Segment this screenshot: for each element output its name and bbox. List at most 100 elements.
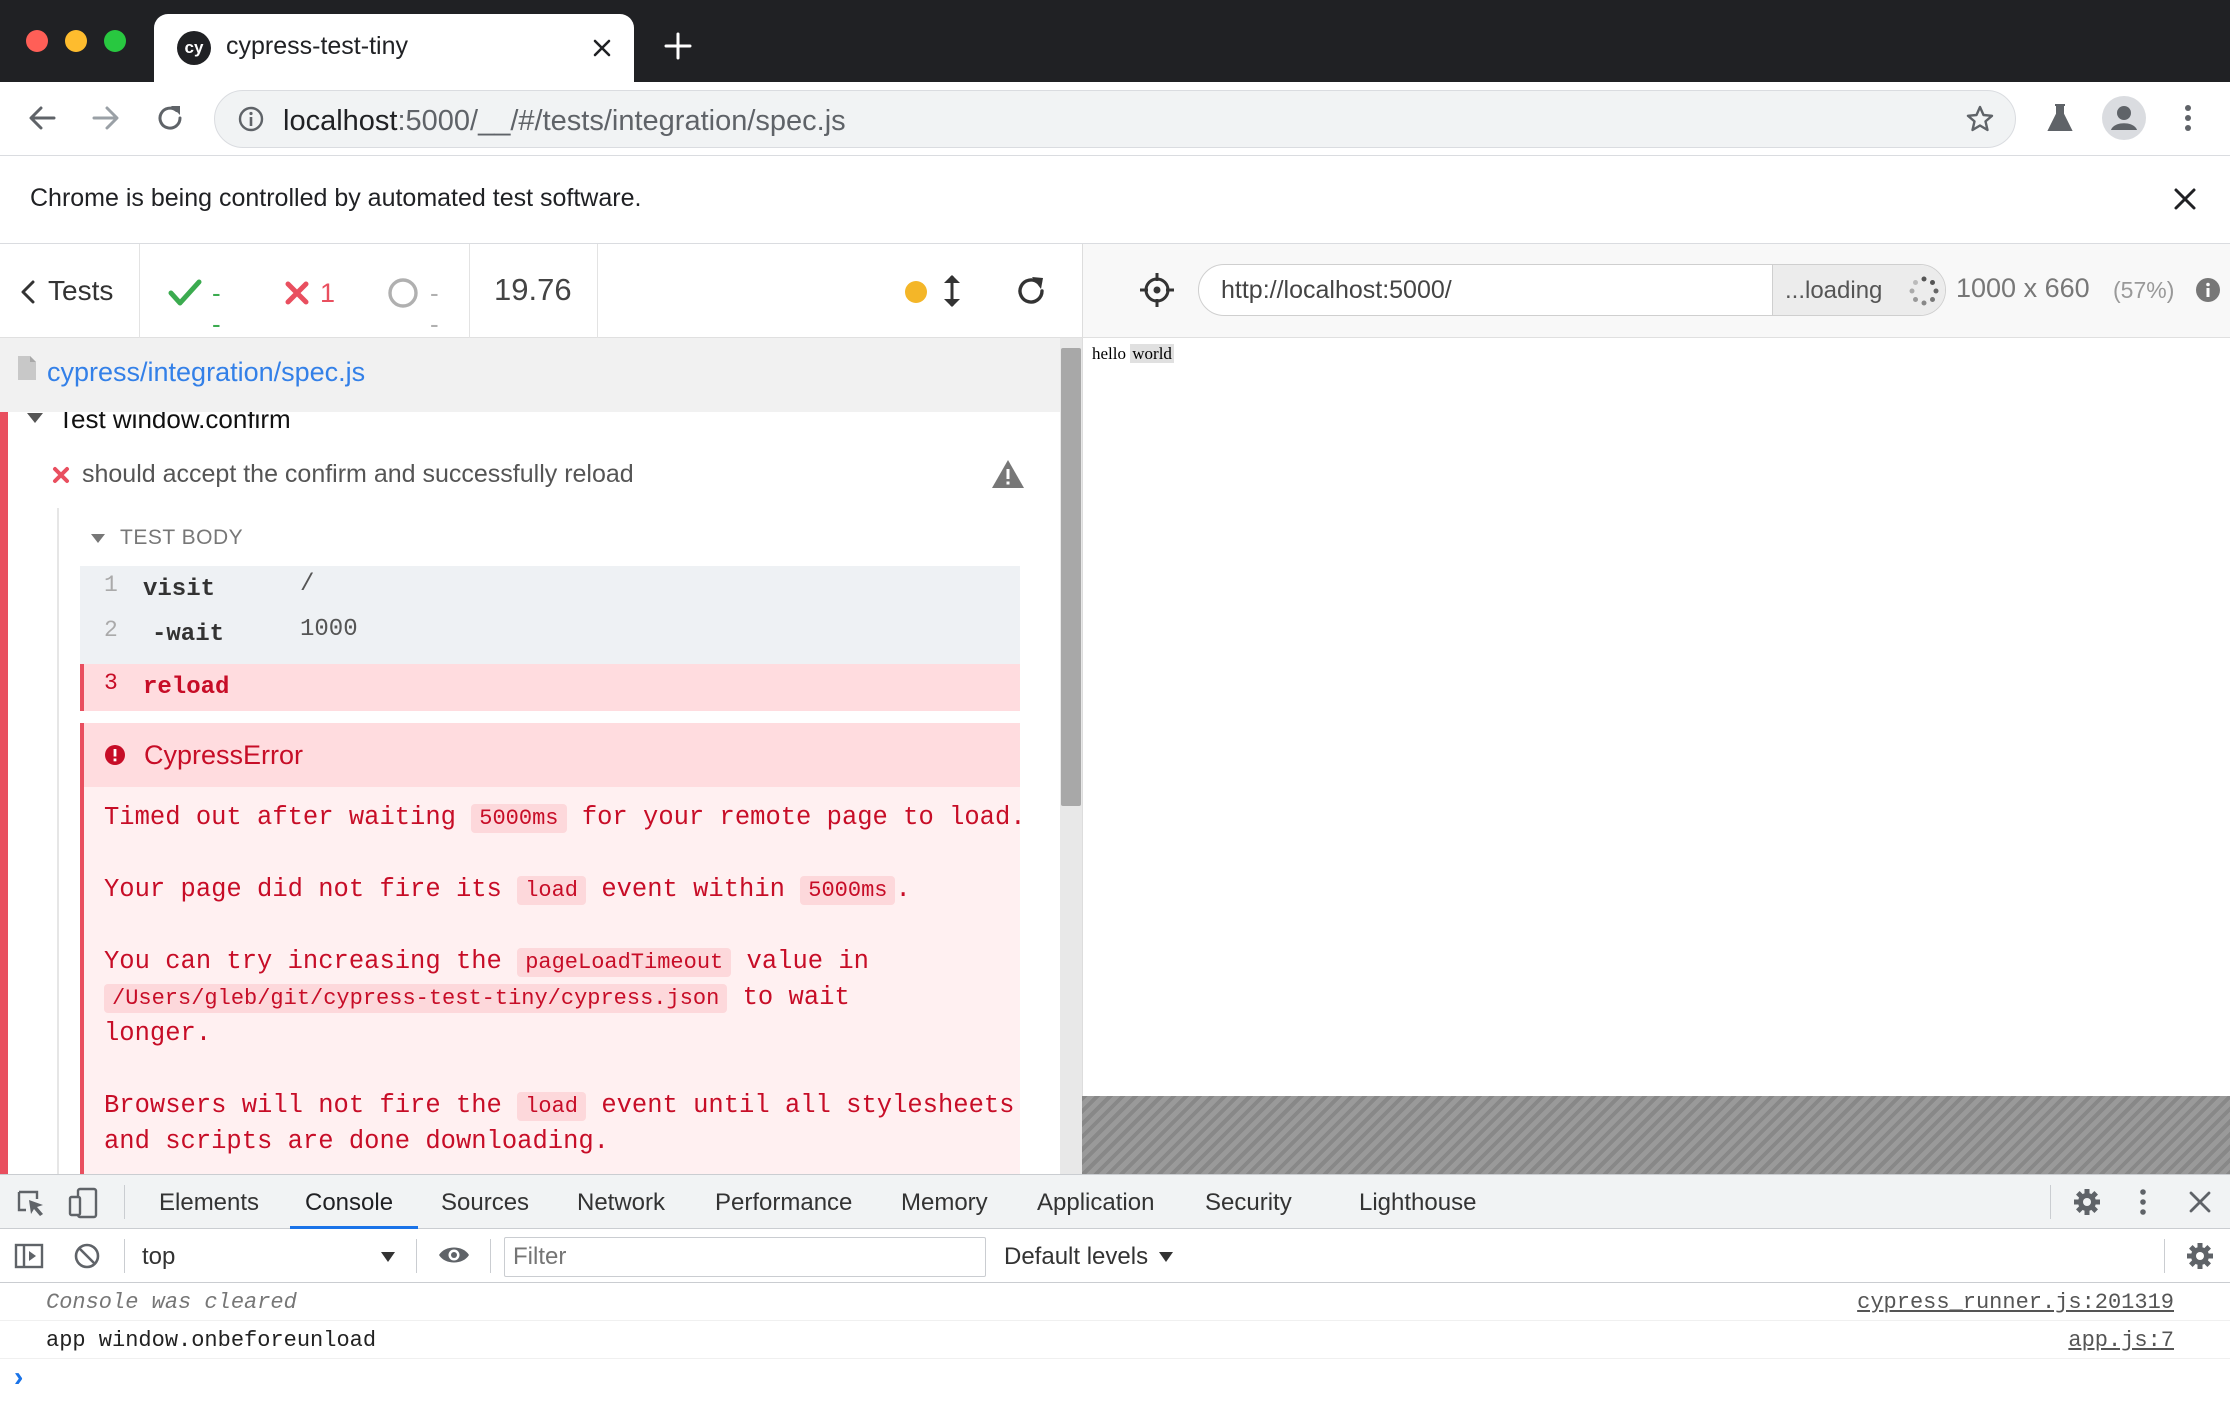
chevron-left-icon bbox=[21, 280, 35, 304]
console-toolbar: top Default levels bbox=[0, 1229, 2230, 1283]
window-minimize-button[interactable] bbox=[65, 30, 87, 52]
aut-header: http://localhost:5000/ ...loading 1000 x… bbox=[1082, 244, 2230, 338]
labs-flask-icon[interactable] bbox=[2045, 102, 2075, 134]
command-row-failed[interactable]: 3 reload bbox=[80, 664, 1020, 711]
command-message: 1000 bbox=[300, 616, 358, 643]
browser-tab[interactable]: cy cypress-test-tiny bbox=[154, 14, 634, 82]
test-row[interactable]: should accept the confirm and successful… bbox=[50, 456, 1030, 496]
selector-playground-crosshair-icon[interactable] bbox=[1139, 272, 1175, 308]
console-filter-input[interactable] bbox=[504, 1237, 986, 1277]
reporter-runnables: Test window.confirm should accept the co… bbox=[0, 412, 1060, 1174]
error-line: and scripts are done downloading. bbox=[104, 1124, 609, 1160]
site-info-icon[interactable] bbox=[237, 105, 265, 133]
error-text: Your page did not fire its bbox=[104, 875, 502, 904]
console-sidebar-toggle-icon[interactable] bbox=[14, 1243, 44, 1269]
command-name: visit bbox=[143, 576, 216, 603]
window-zoom-button[interactable] bbox=[104, 30, 126, 52]
tree-guide-line bbox=[57, 508, 59, 1174]
error-text: and scripts are done downloading. bbox=[104, 1127, 609, 1156]
command-row[interactable]: 2 -wait 1000 bbox=[80, 611, 1020, 656]
viewport-info-icon[interactable] bbox=[2195, 277, 2221, 303]
loading-label: ...loading bbox=[1785, 277, 1883, 304]
inspect-element-icon[interactable] bbox=[16, 1189, 46, 1217]
new-tab-icon[interactable] bbox=[664, 32, 692, 60]
test-title: should accept the confirm and successful… bbox=[82, 460, 634, 488]
command-number: 1 bbox=[104, 572, 118, 598]
devtools-tab-network[interactable]: Network bbox=[577, 1189, 665, 1217]
close-tab-icon[interactable] bbox=[590, 36, 614, 60]
device-toolbar-icon[interactable] bbox=[68, 1187, 98, 1219]
window-close-button[interactable] bbox=[26, 30, 48, 52]
aut-url-box: http://localhost:5000/ ...loading bbox=[1198, 264, 1946, 316]
bookmark-star-icon[interactable] bbox=[1965, 104, 1995, 134]
spec-file-header: cypress/integration/spec.js bbox=[0, 338, 1060, 412]
warning-icon[interactable] bbox=[990, 458, 1026, 490]
clear-console-icon[interactable] bbox=[73, 1242, 101, 1270]
error-line: longer. bbox=[104, 1016, 211, 1052]
pending-circle-icon bbox=[388, 278, 418, 308]
infobar-message: Chrome is being controlled by automated … bbox=[30, 184, 642, 212]
toolbar-divider bbox=[124, 1239, 125, 1273]
error-code: load bbox=[517, 876, 586, 905]
profile-avatar-icon[interactable] bbox=[2102, 96, 2146, 140]
devtools-tab-bar: Elements Console Sources Network Perform… bbox=[0, 1175, 2230, 1229]
console-source-link[interactable]: cypress_runner.js:201319 bbox=[1857, 1290, 2174, 1315]
devtools-close-icon[interactable] bbox=[2188, 1190, 2212, 1214]
aut-content-text: hello world bbox=[1092, 344, 1174, 364]
command-name: reload bbox=[143, 674, 230, 701]
viewport-scale: (57%) bbox=[2113, 277, 2175, 303]
console-message: Console was cleared bbox=[46, 1290, 297, 1315]
devtools-tab-memory[interactable]: Memory bbox=[901, 1189, 988, 1217]
x-icon bbox=[285, 281, 309, 305]
console-log-row: Console was cleared cypress_runner.js:20… bbox=[0, 1283, 2230, 1321]
error-header: CypressError bbox=[80, 723, 1020, 787]
rerun-tests-icon[interactable] bbox=[1014, 274, 1048, 308]
command-name: -wait bbox=[152, 621, 225, 648]
devtools-tab-sources[interactable]: Sources bbox=[441, 1189, 529, 1217]
infobar-close-icon[interactable] bbox=[2172, 186, 2198, 212]
error-text: longer. bbox=[104, 1019, 212, 1048]
test-body-label: TEST BODY bbox=[120, 526, 244, 549]
devtools-tab-console[interactable]: Console bbox=[305, 1189, 393, 1217]
browser-menu-icon[interactable] bbox=[2182, 102, 2194, 134]
running-status-dot bbox=[905, 281, 927, 303]
file-icon bbox=[18, 356, 36, 380]
devtools-panel: Elements Console Sources Network Perform… bbox=[0, 1174, 2230, 1410]
console-settings-gear-icon[interactable] bbox=[2185, 1241, 2215, 1271]
error-text: event until all stylesheets bbox=[601, 1091, 1015, 1120]
log-levels-dropdown[interactable]: Default levels bbox=[1004, 1237, 1184, 1275]
viewport-size: 1000 x 660 bbox=[1956, 273, 2090, 303]
forward-arrow-icon[interactable] bbox=[90, 102, 122, 134]
error-alert-icon bbox=[105, 745, 125, 765]
error-line: You can try increasing the pageLoadTimeo… bbox=[104, 944, 869, 981]
back-arrow-icon[interactable] bbox=[26, 102, 58, 134]
devtools-tab-lighthouse[interactable]: Lighthouse bbox=[1359, 1189, 1476, 1217]
command-row[interactable]: 1 visit / bbox=[80, 566, 1020, 611]
reporter-scrollbar-thumb[interactable] bbox=[1061, 348, 1081, 806]
devtools-settings-gear-icon[interactable] bbox=[2072, 1187, 2102, 1217]
console-prompt[interactable]: › bbox=[0, 1359, 2230, 1399]
devtools-tab-security[interactable]: Security bbox=[1205, 1189, 1292, 1217]
error-text: event within bbox=[601, 875, 785, 904]
live-expression-eye-icon[interactable] bbox=[437, 1243, 471, 1267]
console-source-link[interactable]: app.js:7 bbox=[2068, 1328, 2174, 1353]
pending-count: -- bbox=[430, 278, 439, 339]
reload-icon[interactable] bbox=[154, 102, 186, 134]
suite-row[interactable]: Test window.confirm bbox=[26, 412, 1026, 438]
console-message: app window.onbeforeunload bbox=[46, 1328, 377, 1353]
address-bar[interactable]: localhost:5000/__/#/tests/integration/sp… bbox=[214, 90, 2016, 148]
devtools-tab-application[interactable]: Application bbox=[1037, 1189, 1154, 1217]
devtools-tab-performance[interactable]: Performance bbox=[715, 1189, 852, 1217]
context-selector[interactable]: top bbox=[140, 1237, 402, 1275]
spec-file-link[interactable]: cypress/integration/spec.js bbox=[47, 357, 365, 388]
autoscroll-toggle-icon[interactable] bbox=[940, 272, 964, 310]
toolbar-divider bbox=[2050, 1185, 2051, 1219]
error-text: for your remote page to load. bbox=[581, 803, 1026, 832]
error-text: to wait bbox=[742, 983, 850, 1012]
url-host: localhost bbox=[283, 105, 398, 137]
toolbar-divider bbox=[416, 1239, 417, 1273]
devtools-more-icon[interactable] bbox=[2138, 1187, 2148, 1217]
devtools-tab-elements[interactable]: Elements bbox=[159, 1189, 259, 1217]
error-line: Timed out after waiting 5000ms for your … bbox=[104, 800, 1026, 837]
command-number: 2 bbox=[104, 617, 118, 643]
